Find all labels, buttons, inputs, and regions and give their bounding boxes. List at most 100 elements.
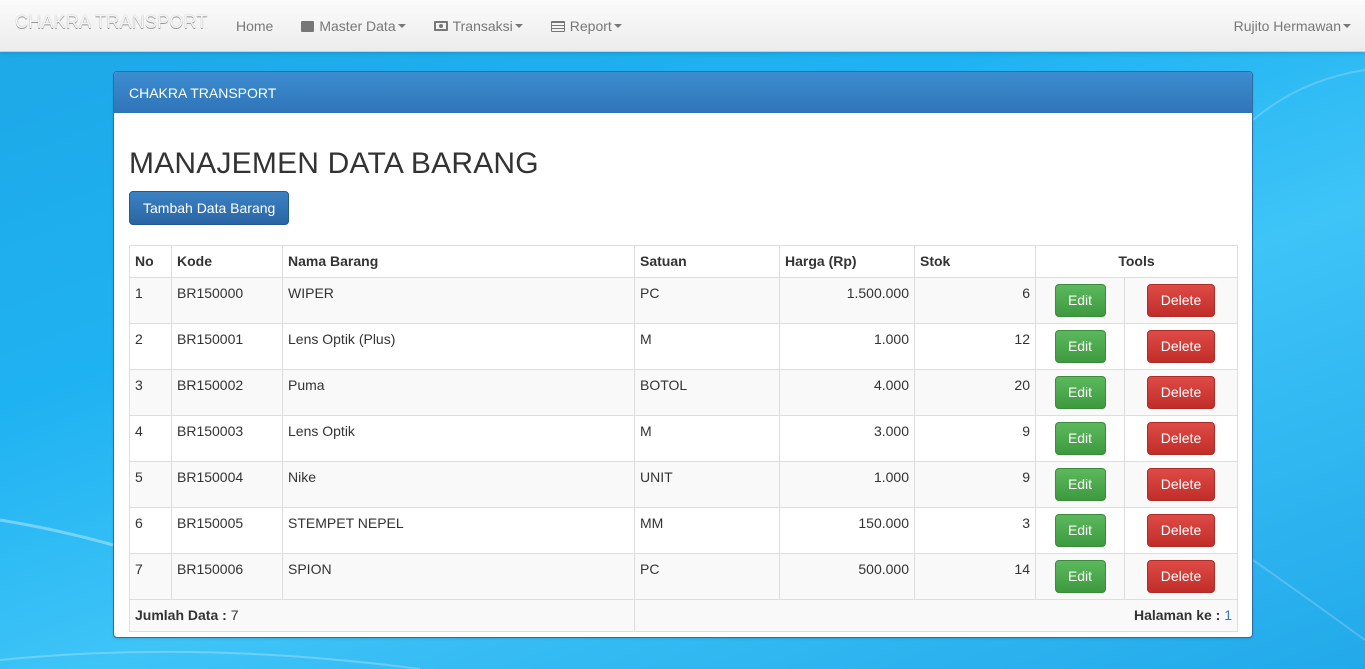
cell-satuan: MM <box>634 507 780 554</box>
table-header-row: No Kode Nama Barang Satuan Harga (Rp) St… <box>129 245 1239 278</box>
panel-heading: CHAKRA TRANSPORT <box>114 72 1252 113</box>
cell-no: 5 <box>129 461 172 508</box>
col-satuan: Satuan <box>634 245 780 278</box>
delete-button[interactable]: Delete <box>1147 376 1215 409</box>
nav-report[interactable]: Report <box>537 0 636 52</box>
table-row: 1 BR150000 WIPER PC 1.500.000 6 Edit Delete <box>129 277 1239 324</box>
cell-edit: Edit <box>1035 461 1125 508</box>
page-link-1[interactable]: 1 <box>1224 607 1232 623</box>
add-item-button[interactable]: Tambah Data Barang <box>129 191 290 225</box>
edit-button[interactable]: Edit <box>1054 376 1106 409</box>
delete-button[interactable]: Delete <box>1147 560 1215 593</box>
edit-button[interactable]: Edit <box>1054 468 1106 501</box>
cell-delete: Delete <box>1123 507 1239 554</box>
cell-nama-barang: SPION <box>282 553 635 600</box>
cell-nama-barang: Lens Optik <box>282 415 635 462</box>
delete-button[interactable]: Delete <box>1147 514 1215 547</box>
nav-master-data[interactable]: Master Data <box>287 0 419 52</box>
cell-harga: 4.000 <box>779 369 915 416</box>
edit-button[interactable]: Edit <box>1054 284 1106 317</box>
cell-stok: 20 <box>914 369 1036 416</box>
cell-stok: 9 <box>914 415 1036 462</box>
cell-edit: Edit <box>1035 415 1125 462</box>
cell-delete: Delete <box>1123 553 1239 600</box>
cell-kode: BR150003 <box>171 415 283 462</box>
cell-kode: BR150002 <box>171 369 283 416</box>
cell-nama-barang: WIPER <box>282 277 635 324</box>
cell-kode: BR150005 <box>171 507 283 554</box>
user-name: Rujito Hermawan <box>1233 18 1341 34</box>
cell-edit: Edit <box>1035 323 1125 370</box>
table-footer-row: Jumlah Data : 7 Halaman ke : 1 <box>129 599 1239 632</box>
edit-button[interactable]: Edit <box>1054 560 1106 593</box>
cell-edit: Edit <box>1035 553 1125 600</box>
table-row: 5 BR150004 Nike UNIT 1.000 9 Edit Delete <box>129 461 1239 508</box>
delete-button[interactable]: Delete <box>1147 422 1215 455</box>
delete-button[interactable]: Delete <box>1147 284 1215 317</box>
cell-delete: Delete <box>1123 415 1239 462</box>
cell-stok: 6 <box>914 277 1036 324</box>
cell-harga: 1.000 <box>779 461 915 508</box>
footer-page: Halaman ke : 1 <box>633 599 1239 632</box>
main-nav: Home Master Data Transaksi Report <box>222 0 636 52</box>
cell-edit: Edit <box>1035 369 1125 416</box>
table-row: 6 BR150005 STEMPET NEPEL MM 150.000 3 Edit Dele… <box>129 507 1239 554</box>
cell-no: 3 <box>129 369 172 416</box>
cell-delete: Delete <box>1123 323 1239 370</box>
nav-transaksi[interactable]: Transaksi <box>420 0 537 52</box>
caret-down-icon <box>613 24 622 28</box>
box-icon <box>301 20 315 32</box>
edit-button[interactable]: Edit <box>1054 422 1106 455</box>
cell-stok: 3 <box>914 507 1036 554</box>
nav-report-label: Report <box>569 18 612 34</box>
cell-harga: 150.000 <box>779 507 915 554</box>
navbar-brand[interactable]: CHAKRA TRANSPORT <box>15 12 208 33</box>
cell-harga: 1.500.000 <box>779 277 915 324</box>
caret-down-icon <box>1343 24 1351 28</box>
cell-harga: 500.000 <box>779 553 915 600</box>
edit-button[interactable]: Edit <box>1054 514 1106 547</box>
nav-home-label: Home <box>236 18 274 34</box>
cell-satuan: UNIT <box>634 461 780 508</box>
cell-edit: Edit <box>1035 507 1125 554</box>
cell-kode: BR150000 <box>171 277 283 324</box>
nav-transaksi-label: Transaksi <box>452 18 513 34</box>
money-icon <box>433 21 448 31</box>
cell-no: 1 <box>129 277 172 324</box>
count-label: Jumlah Data : <box>135 607 227 623</box>
table-body: 1 BR150000 WIPER PC 1.500.000 6 Edit Delete 2 BR1… <box>129 277 1239 600</box>
cell-stok: 12 <box>914 323 1036 370</box>
cell-nama-barang: STEMPET NEPEL <box>282 507 635 554</box>
panel-body: MANAJEMEN DATA BARANG Tambah Data Barang… <box>114 149 1252 632</box>
cell-edit: Edit <box>1035 277 1125 324</box>
cell-nama-barang: Lens Optik (Plus) <box>282 323 635 370</box>
main-panel: CHAKRA TRANSPORT MANAJEMEN DATA BARANG T… <box>113 71 1253 638</box>
cell-satuan: BOTOL <box>634 369 780 416</box>
user-menu[interactable]: Rujito Hermawan <box>1234 0 1365 52</box>
cell-delete: Delete <box>1123 461 1239 508</box>
cell-nama-barang: Nike <box>282 461 635 508</box>
col-no: No <box>129 245 172 278</box>
col-stok: Stok <box>914 245 1036 278</box>
items-table: No Kode Nama Barang Satuan Harga (Rp) St… <box>129 245 1239 632</box>
edit-button[interactable]: Edit <box>1054 330 1106 363</box>
cell-no: 7 <box>129 553 172 600</box>
table-row: 7 BR150006 SPION PC 500.000 14 Edit Delete <box>129 553 1239 600</box>
table-row: 3 BR150002 Puma BOTOL 4.000 20 Edit Delete <box>129 369 1239 416</box>
cell-no: 6 <box>129 507 172 554</box>
cell-no: 2 <box>129 323 172 370</box>
table-row: 2 BR150001 Lens Optik (Plus) M 1.000 12 Edit De… <box>129 323 1239 370</box>
cell-kode: BR150001 <box>171 323 283 370</box>
cell-satuan: M <box>634 415 780 462</box>
delete-button[interactable]: Delete <box>1147 330 1215 363</box>
cell-nama-barang: Puma <box>282 369 635 416</box>
count-value: 7 <box>230 607 239 623</box>
cell-harga: 1.000 <box>779 323 915 370</box>
nav-home[interactable]: Home <box>222 0 287 52</box>
delete-button[interactable]: Delete <box>1147 468 1215 501</box>
cell-kode: BR150004 <box>171 461 283 508</box>
cell-delete: Delete <box>1123 369 1239 416</box>
col-harga: Harga (Rp) <box>779 245 915 278</box>
cell-no: 4 <box>129 415 172 462</box>
caret-down-icon <box>514 24 523 28</box>
